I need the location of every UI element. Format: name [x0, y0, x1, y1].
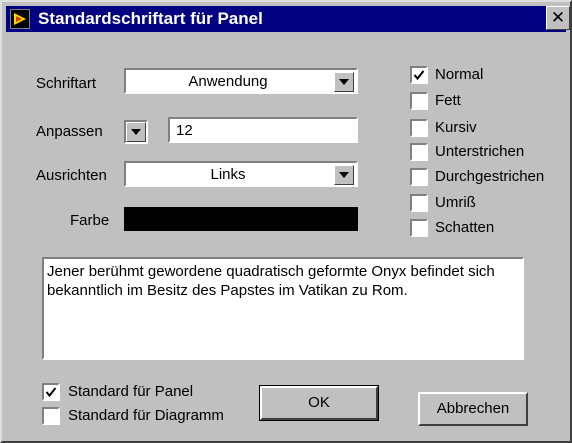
font-dropdown-button[interactable]: [334, 72, 354, 92]
cancel-button[interactable]: Abbrechen: [418, 392, 528, 426]
style-shadow-label: Schatten: [435, 219, 495, 236]
default-diagram-checkbox[interactable]: [42, 407, 60, 425]
style-strikethrough-label: Durchgestrichen: [435, 168, 545, 185]
font-select[interactable]: Anwendung: [124, 68, 358, 94]
close-icon: ✕: [550, 8, 566, 27]
title-bar: Standardschriftart für Panel: [6, 6, 566, 32]
chevron-down-icon: [131, 129, 141, 135]
style-italic-checkbox[interactable]: [410, 119, 428, 137]
style-underline-label: Unterstrichen: [435, 143, 525, 160]
style-normal-checkbox[interactable]: [410, 66, 428, 84]
style-bold-checkbox[interactable]: [410, 92, 428, 110]
style-shadow-checkbox[interactable]: [410, 219, 428, 237]
style-underline-checkbox[interactable]: [410, 143, 428, 161]
default-panel-checkbox[interactable]: [42, 383, 60, 401]
style-outline-label: Umriß: [435, 194, 476, 211]
style-normal-label: Normal: [435, 66, 484, 83]
font-preview-box: Jener berühmt gewordene quadratisch gefo…: [42, 257, 524, 360]
color-label: Farbe: [70, 212, 110, 229]
window-title: Standardschriftart für Panel: [38, 9, 263, 28]
style-outline-checkbox[interactable]: [410, 194, 428, 212]
font-dialog: Standardschriftart für Panel ✕ Schriftar…: [0, 0, 572, 443]
font-preview-text: Jener berühmt gewordene quadratisch gefo…: [47, 263, 495, 299]
close-button[interactable]: ✕: [546, 6, 570, 30]
style-strikethrough-checkbox[interactable]: [410, 168, 428, 186]
align-select[interactable]: Links: [124, 161, 358, 187]
size-label: Anpassen: [36, 123, 103, 140]
align-label: Ausrichten: [36, 167, 107, 184]
ok-button[interactable]: OK: [259, 385, 379, 421]
size-input-value: 12: [176, 122, 193, 139]
style-bold-label: Fett: [435, 92, 461, 109]
default-diagram-label: Standard für Diagramm: [68, 407, 224, 424]
size-dropdown-button[interactable]: [124, 120, 148, 144]
align-select-value: Links: [210, 166, 246, 183]
align-dropdown-button[interactable]: [334, 165, 354, 185]
check-icon: [45, 387, 57, 398]
color-swatch[interactable]: [124, 207, 358, 231]
size-input[interactable]: 12: [168, 117, 358, 143]
check-icon: [413, 70, 425, 81]
default-panel-label: Standard für Panel: [68, 383, 194, 400]
chevron-down-icon: [339, 79, 349, 85]
style-italic-label: Kursiv: [435, 119, 477, 136]
app-icon: [10, 9, 30, 29]
chevron-down-icon: [339, 172, 349, 178]
font-label: Schriftart: [36, 75, 97, 92]
font-select-value: Anwendung: [188, 73, 268, 90]
